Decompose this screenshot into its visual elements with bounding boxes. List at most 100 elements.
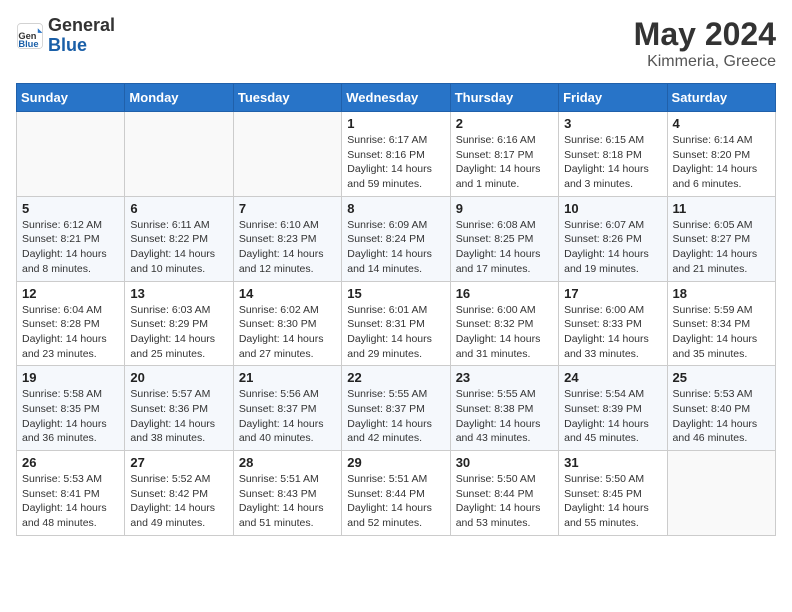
title-block: May 2024 Kimmeria, Greece	[634, 16, 776, 71]
weekday-header-tuesday: Tuesday	[233, 84, 341, 112]
day-info: Sunrise: 5:52 AMSunset: 8:42 PMDaylight:…	[130, 472, 227, 531]
daylight-label: Daylight: 14 hours and 53 minutes.	[456, 502, 541, 529]
calendar-cell: 31Sunrise: 5:50 AMSunset: 8:45 PMDayligh…	[559, 451, 667, 536]
day-info: Sunrise: 6:17 AMSunset: 8:16 PMDaylight:…	[347, 133, 444, 192]
logo-blue: Blue	[48, 36, 115, 56]
daylight-label: Daylight: 14 hours and 46 minutes.	[673, 418, 758, 445]
calendar-cell: 19Sunrise: 5:58 AMSunset: 8:35 PMDayligh…	[17, 366, 125, 451]
daylight-label: Daylight: 14 hours and 1 minute.	[456, 163, 541, 190]
daylight-label: Daylight: 14 hours and 49 minutes.	[130, 502, 215, 529]
day-number: 28	[239, 455, 336, 470]
calendar-week-1: 1 Sunrise: 6:17 AMSunset: 8:16 PMDaylight…	[17, 112, 776, 197]
calendar-cell: 14Sunrise: 6:02 AMSunset: 8:30 PMDayligh…	[233, 281, 341, 366]
day-number: 16	[456, 286, 553, 301]
calendar-cell	[233, 112, 341, 197]
weekday-header-sunday: Sunday	[17, 84, 125, 112]
calendar-cell: 11Sunrise: 6:05 AMSunset: 8:27 PMDayligh…	[667, 196, 775, 281]
day-number: 26	[22, 455, 119, 470]
daylight-label: Daylight: 14 hours and 59 minutes.	[347, 163, 432, 190]
day-number: 21	[239, 370, 336, 385]
location-title: Kimmeria, Greece	[634, 53, 776, 71]
calendar-cell: 25 Sunrise: 5:53 AMSunset: 8:40 PMDayligh…	[667, 366, 775, 451]
calendar-cell: 13 Sunrise: 6:03 AMSunset: 8:29 PMDayligh…	[125, 281, 233, 366]
daylight-label: Daylight: 14 hours and 19 minutes.	[564, 248, 649, 275]
day-number: 11	[673, 201, 770, 216]
day-info: Sunrise: 5:55 AMSunset: 8:37 PMDaylight:…	[347, 387, 444, 446]
daylight-label: Daylight: 14 hours and 23 minutes.	[22, 333, 107, 360]
calendar-cell: 9 Sunrise: 6:08 AMSunset: 8:25 PMDaylight…	[450, 196, 558, 281]
calendar-table: SundayMondayTuesdayWednesdayThursdayFrid…	[16, 83, 776, 536]
daylight-label: Daylight: 14 hours and 35 minutes.	[673, 333, 758, 360]
calendar-cell: 2Sunrise: 6:16 AMSunset: 8:17 PMDaylight…	[450, 112, 558, 197]
day-number: 7	[239, 201, 336, 216]
day-info: Sunrise: 5:54 AMSunset: 8:39 PMDaylight:…	[564, 387, 661, 446]
calendar-cell: 16 Sunrise: 6:00 AMSunset: 8:32 PMDayligh…	[450, 281, 558, 366]
calendar-cell	[125, 112, 233, 197]
logo-text: General Blue	[48, 16, 115, 56]
daylight-label: Daylight: 14 hours and 8 minutes.	[22, 248, 107, 275]
logo-general: General	[48, 16, 115, 36]
calendar-cell: 23 Sunrise: 5:55 AMSunset: 8:38 PMDayligh…	[450, 366, 558, 451]
daylight-label: Daylight: 14 hours and 14 minutes.	[347, 248, 432, 275]
calendar-cell: 3 Sunrise: 6:15 AMSunset: 8:18 PMDaylight…	[559, 112, 667, 197]
day-number: 1	[347, 116, 444, 131]
calendar-cell: 12Sunrise: 6:04 AMSunset: 8:28 PMDayligh…	[17, 281, 125, 366]
day-number: 15	[347, 286, 444, 301]
day-number: 13	[130, 286, 227, 301]
day-number: 9	[456, 201, 553, 216]
calendar-cell: 6Sunrise: 6:11 AMSunset: 8:22 PMDaylight…	[125, 196, 233, 281]
weekday-header-row: SundayMondayTuesdayWednesdayThursdayFrid…	[17, 84, 776, 112]
day-number: 25	[673, 370, 770, 385]
daylight-label: Daylight: 14 hours and 42 minutes.	[347, 418, 432, 445]
day-number: 23	[456, 370, 553, 385]
calendar-cell: 21Sunrise: 5:56 AMSunset: 8:37 PMDayligh…	[233, 366, 341, 451]
day-info: Sunrise: 5:50 AMSunset: 8:44 PMDaylight:…	[456, 472, 553, 531]
day-info: Sunrise: 5:50 AMSunset: 8:45 PMDaylight:…	[564, 472, 661, 531]
daylight-label: Daylight: 14 hours and 48 minutes.	[22, 502, 107, 529]
day-info: Sunrise: 5:53 AMSunset: 8:40 PMDaylight:…	[673, 387, 770, 446]
weekday-header-thursday: Thursday	[450, 84, 558, 112]
day-number: 20	[130, 370, 227, 385]
calendar-cell: 8Sunrise: 6:09 AMSunset: 8:24 PMDaylight…	[342, 196, 450, 281]
day-info: Sunrise: 6:00 AMSunset: 8:32 PMDaylight:…	[456, 303, 553, 362]
daylight-label: Daylight: 14 hours and 40 minutes.	[239, 418, 324, 445]
day-number: 10	[564, 201, 661, 216]
calendar-cell: 4Sunrise: 6:14 AMSunset: 8:20 PMDaylight…	[667, 112, 775, 197]
day-number: 29	[347, 455, 444, 470]
day-info: Sunrise: 6:03 AMSunset: 8:29 PMDaylight:…	[130, 303, 227, 362]
day-info: Sunrise: 5:55 AMSunset: 8:38 PMDaylight:…	[456, 387, 553, 446]
page-header: Gen Blue General Blue May 2024 Kimmeria,…	[16, 16, 776, 71]
calendar-cell	[17, 112, 125, 197]
day-number: 2	[456, 116, 553, 131]
day-info: Sunrise: 6:08 AMSunset: 8:25 PMDaylight:…	[456, 218, 553, 277]
daylight-label: Daylight: 14 hours and 55 minutes.	[564, 502, 649, 529]
calendar-cell: 28 Sunrise: 5:51 AMSunset: 8:43 PMDayligh…	[233, 451, 341, 536]
calendar-week-4: 19Sunrise: 5:58 AMSunset: 8:35 PMDayligh…	[17, 366, 776, 451]
calendar-cell	[667, 451, 775, 536]
daylight-label: Daylight: 14 hours and 36 minutes.	[22, 418, 107, 445]
day-number: 6	[130, 201, 227, 216]
calendar-cell: 15Sunrise: 6:01 AMSunset: 8:31 PMDayligh…	[342, 281, 450, 366]
day-number: 12	[22, 286, 119, 301]
weekday-header-monday: Monday	[125, 84, 233, 112]
day-info: Sunrise: 6:14 AMSunset: 8:20 PMDaylight:…	[673, 133, 770, 192]
day-info: Sunrise: 5:59 AMSunset: 8:34 PMDaylight:…	[673, 303, 770, 362]
calendar-cell: 30 Sunrise: 5:50 AMSunset: 8:44 PMDayligh…	[450, 451, 558, 536]
day-info: Sunrise: 6:15 AMSunset: 8:18 PMDaylight:…	[564, 133, 661, 192]
day-number: 30	[456, 455, 553, 470]
daylight-label: Daylight: 14 hours and 51 minutes.	[239, 502, 324, 529]
calendar-cell: 20Sunrise: 5:57 AMSunset: 8:36 PMDayligh…	[125, 366, 233, 451]
calendar-cell: 22Sunrise: 5:55 AMSunset: 8:37 PMDayligh…	[342, 366, 450, 451]
calendar-cell: 5Sunrise: 6:12 AMSunset: 8:21 PMDaylight…	[17, 196, 125, 281]
day-info: Sunrise: 6:07 AMSunset: 8:26 PMDaylight:…	[564, 218, 661, 277]
day-info: Sunrise: 5:51 AMSunset: 8:44 PMDaylight:…	[347, 472, 444, 531]
weekday-header-wednesday: Wednesday	[342, 84, 450, 112]
weekday-header-saturday: Saturday	[667, 84, 775, 112]
day-info: Sunrise: 5:51 AMSunset: 8:43 PMDaylight:…	[239, 472, 336, 531]
calendar-cell: 24Sunrise: 5:54 AMSunset: 8:39 PMDayligh…	[559, 366, 667, 451]
daylight-label: Daylight: 14 hours and 45 minutes.	[564, 418, 649, 445]
day-number: 3	[564, 116, 661, 131]
daylight-label: Daylight: 14 hours and 3 minutes.	[564, 163, 649, 190]
daylight-label: Daylight: 14 hours and 6 minutes.	[673, 163, 758, 190]
daylight-label: Daylight: 14 hours and 17 minutes.	[456, 248, 541, 275]
